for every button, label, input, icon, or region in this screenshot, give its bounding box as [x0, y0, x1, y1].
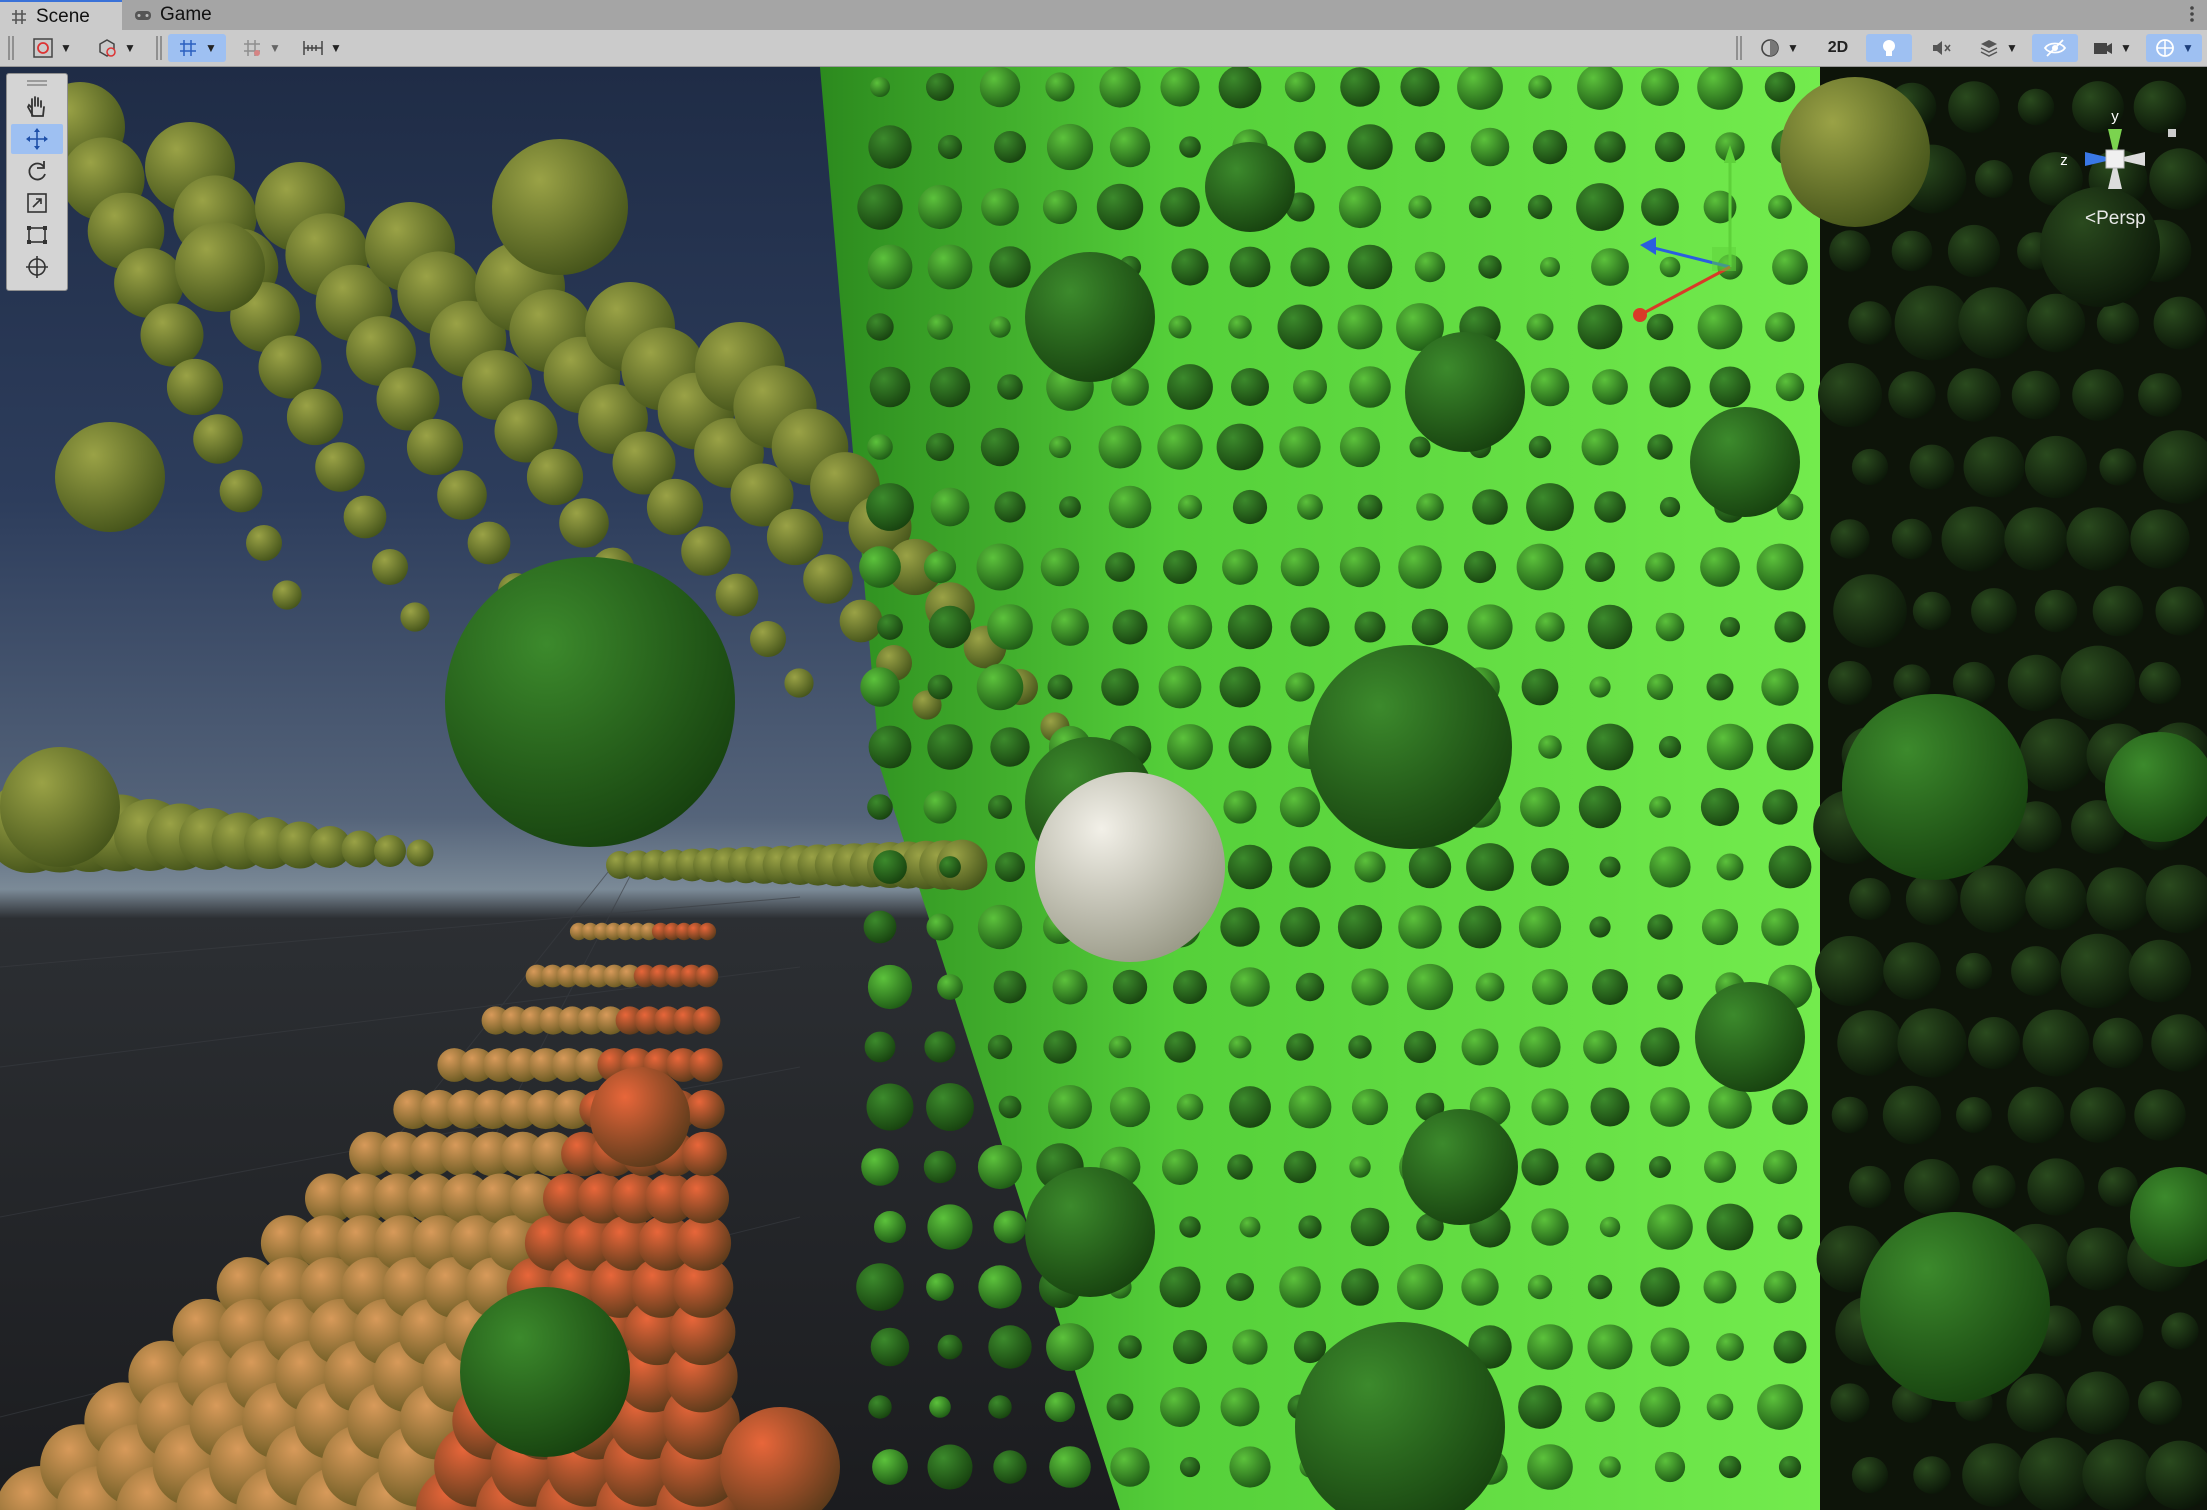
rotate-icon	[28, 161, 46, 181]
ruler-icon	[303, 41, 323, 55]
chevron-down-icon: ▼	[124, 41, 136, 55]
cube-icon	[99, 39, 116, 57]
increment-snapping-button[interactable]: ▼	[234, 34, 288, 62]
increment-snap-icon	[244, 40, 261, 56]
shading-dropdown[interactable]: ▼	[1752, 34, 1806, 62]
render-mode-dropdown[interactable]: ▼	[88, 34, 144, 62]
lighting-toggle[interactable]	[1866, 34, 1912, 62]
projection-toggle[interactable]: <Persp	[2085, 208, 2146, 230]
tab-scene[interactable]: Scene	[0, 0, 122, 31]
palette-grip-icon[interactable]	[25, 78, 49, 88]
audio-toggle[interactable]	[1918, 34, 1964, 62]
toolbar-grip-icon	[1736, 36, 1742, 60]
hand-tool-button[interactable]	[11, 92, 63, 122]
tab-game-label: Game	[160, 4, 212, 25]
lock-icon[interactable]	[2168, 129, 2176, 137]
white-sphere	[1035, 772, 1225, 962]
gizmo-globe-icon	[2156, 39, 2174, 57]
projection-label: Persp	[2096, 208, 2146, 229]
scale-icon	[27, 193, 47, 213]
chevron-down-icon: ▼	[1787, 41, 1799, 55]
scene-toolbar: ▼ ▼ ▼ ▼ ▼ ▼ 2D ▼ ▼ ▼	[0, 30, 2207, 67]
chevron-left-icon: <	[2085, 208, 2097, 229]
tools-palette	[6, 73, 68, 291]
chevron-down-icon: ▼	[269, 41, 281, 55]
chevron-down-icon: ▼	[2182, 41, 2194, 55]
camera-dropdown[interactable]: ▼	[2084, 34, 2140, 62]
move-tool-button[interactable]	[11, 124, 63, 154]
orientation-gizmo[interactable]: y z	[2040, 77, 2190, 227]
tab-scene-label: Scene	[36, 5, 90, 27]
camera-icon	[2094, 43, 2113, 54]
toolbar-grip-icon	[156, 36, 162, 60]
layers-effects-icon	[1980, 40, 1998, 57]
gizmos-dropdown[interactable]: ▼	[2146, 34, 2202, 62]
chevron-down-icon: ▼	[2120, 41, 2132, 55]
grid-snapping-toggle[interactable]: ▼	[168, 34, 226, 62]
move-icon	[26, 128, 48, 150]
gizmo-y-label: y	[2111, 108, 2119, 125]
chevron-down-icon: ▼	[2006, 41, 2018, 55]
grid-visibility-dropdown[interactable]: ▼	[296, 34, 348, 62]
grid-snap-icon	[180, 40, 197, 56]
scene-render[interactable]	[0, 67, 2207, 1510]
gamepad-icon	[135, 11, 151, 20]
scene-viewport[interactable]: y z <Persp	[0, 67, 2207, 1510]
tab-bar: Scene Game	[0, 0, 2207, 31]
lightbulb-icon	[1883, 40, 1895, 56]
toolbar-grip-icon	[8, 36, 14, 60]
mode-2d-label: 2D	[1827, 39, 1849, 56]
more-options-icon[interactable]	[2185, 2, 2199, 26]
shading-mode-icon	[33, 38, 53, 58]
gizmo-z-label: z	[2060, 152, 2068, 169]
hidden-objects-toggle[interactable]	[2032, 34, 2078, 62]
eye-slash-icon	[2043, 39, 2067, 57]
effects-dropdown[interactable]: ▼	[1970, 34, 2026, 62]
chevron-down-icon: ▼	[205, 41, 217, 55]
chevron-down-icon: ▼	[330, 41, 342, 55]
scale-tool-button[interactable]	[11, 188, 63, 218]
tab-game[interactable]: Game	[124, 0, 224, 30]
rect-icon	[27, 226, 47, 244]
chevron-down-icon: ▼	[60, 41, 72, 55]
rect-tool-button[interactable]	[11, 220, 63, 250]
rotate-tool-button[interactable]	[11, 156, 63, 186]
transform-icon	[26, 256, 48, 278]
sphere-shading-icon	[1761, 39, 1779, 57]
speaker-muted-icon	[1933, 41, 1951, 55]
hand-icon	[26, 96, 45, 117]
mode-2d-toggle[interactable]: 2D	[1816, 34, 1860, 62]
draw-mode-dropdown[interactable]: ▼	[24, 34, 80, 62]
hash-icon	[12, 9, 26, 24]
transform-tool-button[interactable]	[11, 252, 63, 282]
